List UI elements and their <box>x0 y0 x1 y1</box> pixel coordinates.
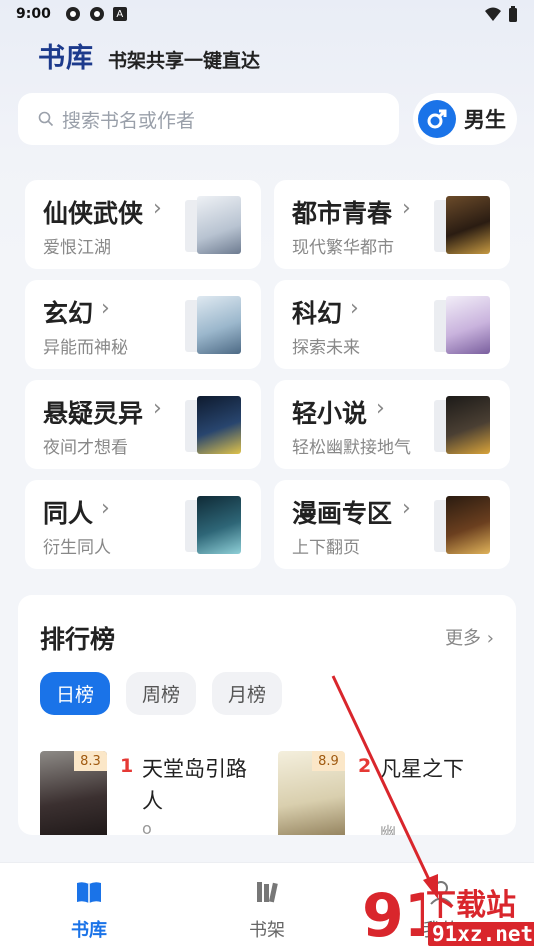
wifi-icon <box>485 7 501 21</box>
category-name: 悬疑灵异 <box>43 399 144 428</box>
category-name: 轻小说 <box>292 399 368 428</box>
chevron-right-icon: › <box>350 296 359 321</box>
settings-notification-icon <box>89 7 104 21</box>
book-title: 凡星之下 <box>380 757 464 781</box>
ranking-panel: 排行榜 更多 › 日榜 周榜 月榜 8.3 1 天堂岛引路人 o老袖在 8.9 … <box>18 595 516 835</box>
category-card-mystery[interactable]: 悬疑灵异 › 夜间才想看 <box>25 380 261 469</box>
rank-number: 1 <box>120 755 134 777</box>
male-icon <box>418 100 456 138</box>
score-badge: 8.3 <box>74 751 107 771</box>
book-open-icon <box>77 882 101 903</box>
status-time: 9:00 <box>16 6 51 22</box>
chevron-right-icon: › <box>153 396 162 421</box>
category-name: 同人 <box>43 499 94 528</box>
tab-daily[interactable]: 日榜 <box>40 672 110 715</box>
chevron-right-icon: › <box>376 396 385 421</box>
book-cover-image <box>446 496 490 554</box>
score-badge: 8.9 <box>312 751 345 771</box>
category-subtitle: 现代繁华都市 <box>292 238 394 258</box>
watermark-url: 91xz.net <box>428 922 534 946</box>
page-slogan: 书架共享一键直达 <box>108 50 261 72</box>
book-cover-image <box>197 396 241 454</box>
gender-toggle-button[interactable]: 男生 <box>413 93 517 145</box>
status-bar: 9:00 A <box>0 0 534 28</box>
chevron-right-icon: › <box>402 496 411 521</box>
category-card-fantasy[interactable]: 玄幻 › 异能而神秘 <box>25 280 261 369</box>
bookshelf-icon <box>257 882 278 903</box>
category-card-comics[interactable]: 漫画专区 › 上下翻页 <box>274 480 510 569</box>
settings-notification-icon <box>65 7 80 21</box>
category-subtitle: 上下翻页 <box>292 538 360 558</box>
category-name: 漫画专区 <box>292 499 393 528</box>
category-name: 玄幻 <box>43 299 94 328</box>
page-header: 书库 书架共享一键直达 <box>38 36 260 75</box>
category-subtitle: 衍生同人 <box>43 538 111 558</box>
category-card-urban[interactable]: 都市青春 › 现代繁华都市 <box>274 180 510 269</box>
category-card-light-novel[interactable]: 轻小说 › 轻松幽默接地气 <box>274 380 510 469</box>
book-cover-image <box>197 196 241 254</box>
watermark-logo: 91 下载站 91xz.net <box>362 878 534 950</box>
tab-monthly[interactable]: 月榜 <box>212 672 282 715</box>
nav-label: 书架 <box>249 920 285 941</box>
chevron-right-icon: › <box>402 196 411 221</box>
book-author: 幽殇海绵 <box>380 823 397 835</box>
nav-bookshelf[interactable]: 书架 <box>222 877 312 942</box>
tab-weekly[interactable]: 周榜 <box>126 672 196 715</box>
watermark-text: 下载站 <box>426 888 516 923</box>
category-name: 都市青春 <box>292 199 393 228</box>
search-placeholder: 搜索书名或作者 <box>62 109 196 132</box>
watermark-91-icon: 91 <box>362 881 424 948</box>
book-cover-image <box>197 296 241 354</box>
category-subtitle: 探索未来 <box>292 338 360 358</box>
page-title: 书库 <box>38 43 94 74</box>
chevron-right-icon: › <box>153 196 162 221</box>
book-cover-image <box>446 396 490 454</box>
book-cover-image <box>446 196 490 254</box>
more-link[interactable]: 更多 › <box>445 624 494 650</box>
battery-icon <box>509 5 517 22</box>
book-title: 天堂岛引路人 <box>142 757 247 813</box>
rank-number: 2 <box>358 755 372 777</box>
more-label: 更多 <box>445 628 482 649</box>
app-notification-icon: A <box>112 7 127 21</box>
category-name: 仙侠武侠 <box>43 199 144 228</box>
category-card-fanfic[interactable]: 同人 › 衍生同人 <box>25 480 261 569</box>
category-subtitle: 异能而神秘 <box>43 338 128 358</box>
category-subtitle: 夜间才想看 <box>43 438 128 458</box>
book-author: o老袖在 <box>142 819 152 835</box>
chevron-right-icon: › <box>101 296 110 321</box>
category-subtitle: 轻松幽默接地气 <box>292 438 411 458</box>
book-cover-image <box>197 496 241 554</box>
search-icon <box>38 111 54 127</box>
category-name: 科幻 <box>292 299 343 328</box>
book-cover-image <box>446 296 490 354</box>
search-input[interactable]: 搜索书名或作者 <box>18 93 399 145</box>
chevron-right-icon: › <box>486 628 494 649</box>
category-card-xianxia[interactable]: 仙侠武侠 › 爱恨江湖 <box>25 180 261 269</box>
nav-library[interactable]: 书库 <box>44 877 134 942</box>
chevron-right-icon: › <box>101 496 110 521</box>
gender-label: 男生 <box>464 108 506 132</box>
category-subtitle: 爱恨江湖 <box>43 238 111 258</box>
svg-text:91: 91 <box>362 881 424 948</box>
ranking-title: 排行榜 <box>40 625 116 654</box>
category-card-scifi[interactable]: 科幻 › 探索未来 <box>274 280 510 369</box>
nav-label: 书库 <box>71 920 107 941</box>
